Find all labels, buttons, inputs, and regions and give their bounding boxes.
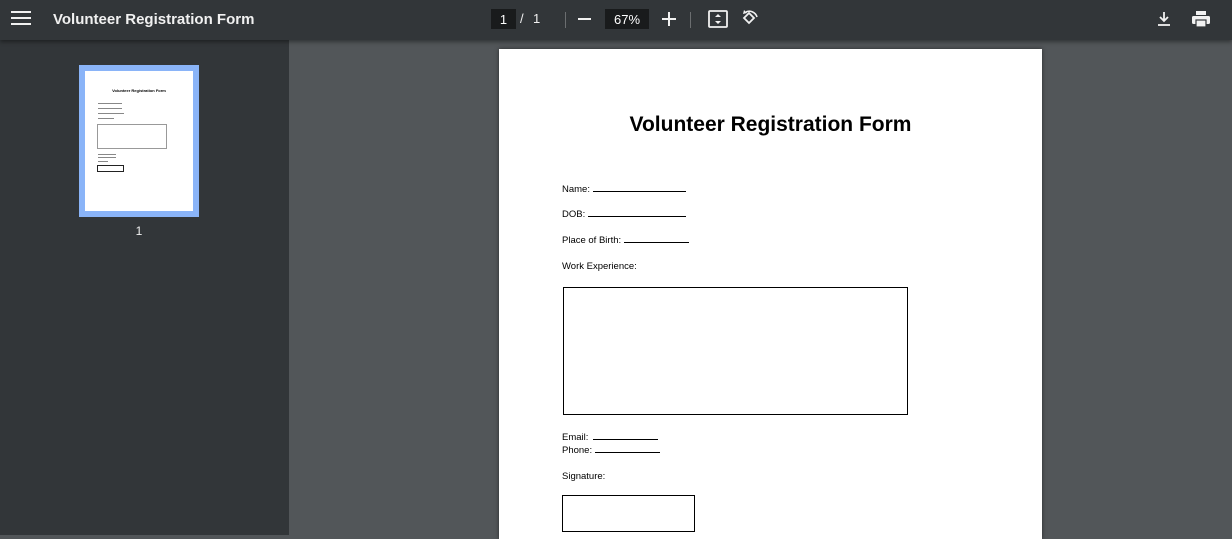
total-pages: 1	[533, 11, 541, 26]
page-number-input[interactable]	[491, 9, 516, 29]
zoom-in-icon[interactable]	[662, 12, 676, 26]
thumbnail-line	[98, 154, 116, 155]
name-field: Name:	[562, 184, 686, 195]
place-of-birth-label: Place of Birth:	[562, 235, 622, 246]
document-page: Volunteer Registration Form Name: DOB: P…	[499, 49, 1042, 539]
thumbnail-box	[97, 165, 124, 172]
work-experience-box[interactable]	[563, 287, 908, 415]
name-label: Name:	[562, 184, 590, 195]
form-title: Volunteer Registration Form	[629, 113, 912, 136]
page-separator: /	[520, 11, 524, 26]
place-of-birth-line[interactable]	[624, 235, 690, 243]
thumbnail-line	[98, 157, 116, 158]
thumbnail-line	[98, 103, 122, 104]
signature-field: Signature:	[562, 471, 605, 482]
thumbnail-page-number: 1	[135, 224, 143, 238]
thumbnail-line	[98, 161, 108, 162]
signature-box[interactable]	[562, 495, 695, 532]
work-experience-field: Work Experience:	[562, 261, 637, 272]
thumbnail-page: Volunteer Registration Form	[85, 71, 193, 211]
thumbnail-box	[97, 124, 167, 149]
toolbar-divider	[565, 12, 566, 28]
menu-icon[interactable]	[11, 11, 31, 27]
email-field: Email:	[562, 432, 659, 443]
signature-label: Signature:	[562, 471, 606, 482]
document-title: Volunteer Registration Form	[53, 11, 255, 28]
dob-field: DOB:	[562, 209, 687, 220]
thumbnail-title: Volunteer Registration Form	[112, 88, 166, 93]
email-line[interactable]	[593, 432, 659, 440]
phone-line[interactable]	[595, 445, 661, 453]
rotate-icon[interactable]	[740, 9, 760, 34]
thumbnail-line	[98, 108, 122, 109]
email-label: Email:	[562, 432, 589, 443]
page-thumbnail[interactable]: Volunteer Registration Form	[79, 65, 199, 217]
dob-label: DOB:	[562, 209, 586, 220]
dob-line[interactable]	[588, 209, 687, 217]
place-of-birth-field: Place of Birth:	[562, 235, 690, 246]
zoom-out-icon[interactable]	[578, 18, 591, 20]
phone-field: Phone:	[562, 445, 661, 456]
work-experience-label: Work Experience:	[562, 261, 637, 272]
print-icon[interactable]	[1191, 10, 1211, 33]
thumbnail-sidebar: Volunteer Registration Form 1	[0, 40, 289, 535]
zoom-level-input[interactable]	[605, 9, 649, 29]
thumbnail-line	[98, 118, 114, 119]
download-icon[interactable]	[1156, 10, 1172, 33]
fit-to-page-icon[interactable]	[708, 10, 728, 33]
thumbnail-line	[98, 113, 124, 114]
pdf-toolbar: Volunteer Registration Form / 1	[0, 0, 1232, 40]
toolbar-divider	[690, 12, 691, 28]
phone-label: Phone:	[562, 445, 593, 456]
name-line[interactable]	[592, 184, 686, 192]
